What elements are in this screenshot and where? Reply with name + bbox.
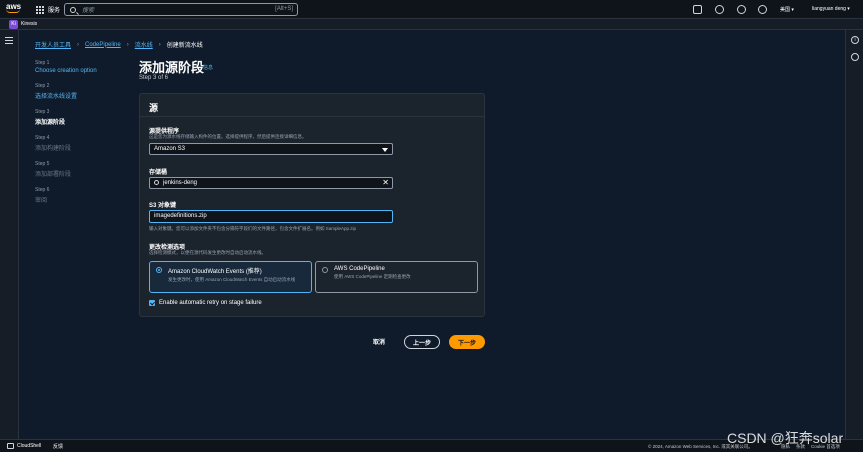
breadcrumb-codepipeline[interactable]: CodePipeline: [85, 42, 121, 48]
services-grid-icon[interactable]: [36, 6, 44, 14]
provider-description: 这是您为源水线存储输入构件的位置。选择提供程序，然后提供连接详细信息。: [149, 134, 307, 139]
retry-label: Enable automatic retry on stage failure: [159, 300, 262, 306]
step-indicator: Step 3 of 6: [139, 75, 169, 81]
wizard-steps: Step 1 Choose creation option Step 2 选择流水线…: [35, 60, 130, 213]
watermark: CSDN @狂奔solar: [727, 430, 844, 446]
breadcrumb: 开发人员工具 › CodePipeline › 流水线 › 创建新流水线: [35, 40, 203, 50]
object-key-label: S3 对象键: [149, 203, 177, 209]
step-number: Step 3: [35, 109, 50, 115]
caret-down-icon: [382, 148, 388, 152]
radio-selected[interactable]: [156, 267, 162, 273]
radio-unselected[interactable]: [322, 267, 328, 273]
next-button[interactable]: 下一步: [449, 335, 485, 349]
option-description: 使用 AWS CodePipeline 定期检查更改: [334, 274, 411, 279]
step-3: Step 3 添加源阶段: [35, 109, 130, 126]
step-number: Step 1: [35, 60, 50, 66]
aws-logo[interactable]: aws: [6, 2, 26, 17]
breadcrumb-current: 创建新流水线: [166, 43, 203, 49]
step-review: 审阅: [35, 198, 48, 204]
services-menu[interactable]: 服务: [48, 5, 60, 14]
object-key-input[interactable]: imagedefinitions.zip: [149, 210, 393, 223]
feedback-link[interactable]: 反馈: [53, 443, 63, 450]
step-build: 添加构建阶段: [35, 146, 72, 152]
aws-logo-text: aws: [6, 2, 22, 11]
bell-icon[interactable]: [715, 5, 724, 14]
step-deploy: 添加部署阶段: [35, 172, 72, 178]
bucket-input[interactable]: jenkins-deng ✕: [149, 177, 393, 189]
option-cloudwatch-events[interactable]: Amazon CloudWatch Events (推荐) 发生更改时，使用 A…: [149, 261, 312, 293]
change-detection-options: Amazon CloudWatch Events (推荐) 发生更改时，使用 A…: [149, 261, 478, 293]
account-menu[interactable]: liangyuan deng ▾: [812, 6, 850, 12]
provider-select[interactable]: Amazon S3: [149, 143, 393, 155]
bucket-value: jenkins-deng: [163, 180, 198, 186]
favorite-kinesis[interactable]: Kinesis: [21, 21, 37, 27]
region-selector[interactable]: 美国 ▾: [780, 6, 794, 13]
step-1: Step 1 Choose creation option: [35, 60, 130, 74]
info-icon[interactable]: i: [851, 36, 859, 44]
cloudshell-icon[interactable]: [693, 5, 702, 14]
option-description: 发生更改时，使用 Amazon CloudWatch Events 自动启动流水…: [168, 277, 296, 282]
search-icon: [70, 6, 76, 13]
clear-icon[interactable]: ✕: [382, 178, 389, 188]
favorites-bar: Ki Kinesis: [0, 19, 863, 30]
option-codepipeline-polling[interactable]: AWS CodePipeline 使用 AWS CodePipeline 定期检…: [315, 261, 478, 293]
right-rail: i: [845, 30, 863, 439]
object-key-description: 输入对象键。您可以添加文件夹不包含分隔符字段们的文件路径，包含文件扩展名。例如 …: [149, 226, 357, 231]
panel-title: 源: [140, 94, 484, 117]
bucket-label: 存储桶: [149, 170, 168, 176]
step-2: Step 2 选择流水线设置: [35, 83, 130, 100]
option-title: AWS CodePipeline: [334, 266, 385, 272]
step-number: Step 2: [35, 83, 50, 89]
help-icon[interactable]: [737, 5, 746, 14]
step-5: Step 5 添加部署阶段: [35, 161, 130, 178]
step-link-choose-option[interactable]: Choose creation option: [35, 68, 130, 74]
chevron-right-icon: ›: [126, 41, 129, 48]
source-panel: 源 源提供程序 这是您为源水线存储输入构件的位置。选择提供程序，然后提供连接详细…: [139, 93, 485, 317]
info-link[interactable]: 信息: [203, 64, 213, 71]
cancel-button[interactable]: 取消: [373, 337, 385, 346]
chevron-right-icon: ›: [77, 41, 80, 48]
search-placeholder: 搜索: [82, 8, 95, 14]
step-4: Step 4 添加构建阶段: [35, 135, 130, 152]
cloudshell-icon[interactable]: [7, 443, 14, 449]
breadcrumb-developer-tools[interactable]: 开发人员工具: [35, 40, 71, 49]
gear-icon[interactable]: [758, 5, 767, 14]
clock-icon[interactable]: [851, 53, 859, 61]
cloudshell-link[interactable]: CloudShell: [17, 443, 41, 449]
menu-icon[interactable]: [5, 37, 13, 46]
left-rail: [0, 30, 19, 439]
retry-checkbox-row[interactable]: Enable automatic retry on stage failure: [149, 300, 262, 306]
search-input[interactable]: 搜索 [Alt+S]: [64, 3, 298, 16]
search-icon: [154, 180, 159, 185]
step-6: Step 6 审阅: [35, 187, 130, 204]
retry-checkbox[interactable]: [149, 300, 155, 306]
top-navigation: aws 服务 搜索 [Alt+S] 美国 ▾ liangyuan deng ▾: [0, 0, 863, 19]
page-title: 添加源阶段: [139, 60, 205, 75]
search-shortcut: [Alt+S]: [275, 6, 293, 12]
object-key-value: imagedefinitions.zip: [154, 213, 207, 219]
step-number: Step 4: [35, 135, 50, 141]
previous-button[interactable]: 上一步: [404, 335, 440, 349]
kinesis-icon[interactable]: Ki: [9, 20, 18, 29]
breadcrumb-pipelines[interactable]: 流水线: [135, 40, 153, 49]
step-number: Step 5: [35, 161, 50, 167]
step-current-source: 添加源阶段: [35, 120, 66, 126]
option-title: Amazon CloudWatch Events (推荐): [168, 269, 262, 275]
provider-value: Amazon S3: [154, 146, 186, 152]
change-detection-description: 选择检测模式，以便在源代码发生更改时自动启动流水线。: [149, 250, 266, 255]
step-link-pipeline-settings[interactable]: 选择流水线设置: [35, 91, 130, 100]
step-number: Step 6: [35, 187, 50, 193]
chevron-right-icon: ›: [158, 41, 161, 48]
